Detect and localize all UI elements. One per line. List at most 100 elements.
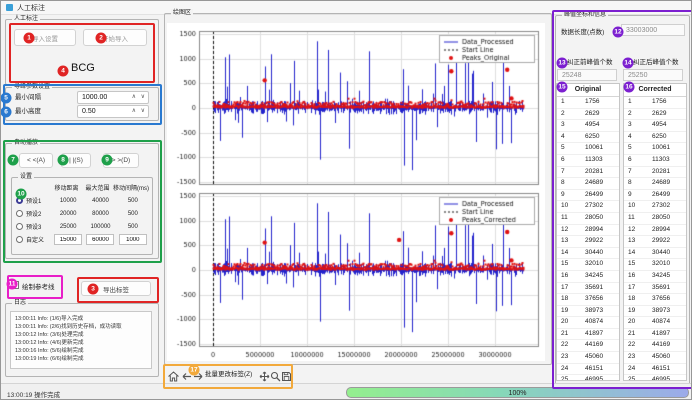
peak-table-row[interactable]: 46250 xyxy=(624,132,686,144)
peak-table-row[interactable]: 1027302 xyxy=(557,201,619,213)
start-import-button[interactable]: 开始导入 xyxy=(83,29,147,46)
preset-radio[interactable] xyxy=(16,210,23,217)
peak-table-row[interactable]: 11756 xyxy=(557,97,619,109)
peak-table-row[interactable]: 2446151 xyxy=(624,364,686,376)
peak-table-row[interactable]: 2141897 xyxy=(624,329,686,341)
peak-table-row[interactable]: 720281 xyxy=(557,167,619,179)
peak-table-row[interactable]: 11756 xyxy=(624,97,686,109)
preset-value: 500 xyxy=(117,198,149,204)
min-interval-value: 1000.00 xyxy=(82,92,107,103)
peak-table-row[interactable]: 1837656 xyxy=(557,294,619,306)
peak-table-row[interactable]: 1837656 xyxy=(624,294,686,306)
spin-up-icon[interactable]: ∧ xyxy=(132,106,136,117)
peak-table-row[interactable]: 1532010 xyxy=(624,259,686,271)
preset-value: 100000 xyxy=(84,224,116,230)
peak-row-index: 12 xyxy=(557,225,579,236)
peak-row-value: 20281 xyxy=(646,167,686,178)
batch-edit-labels-button[interactable]: 批量更改标签(Z) xyxy=(205,369,252,380)
spin-down-icon[interactable]: ∨ xyxy=(141,106,145,117)
log-line: 13:00:12 Info: (4/6)更新完成 xyxy=(15,339,147,347)
peak-table-row[interactable]: 2345060 xyxy=(624,352,686,364)
preset-radio[interactable] xyxy=(16,223,23,230)
peak-table-row[interactable]: 2546995 xyxy=(557,375,619,381)
peak-table-row[interactable]: 34954 xyxy=(557,120,619,132)
peak-table-row[interactable]: 2244169 xyxy=(624,340,686,352)
peak-table-row[interactable]: 46250 xyxy=(557,132,619,144)
peak-row-value: 46995 xyxy=(579,375,619,381)
peak-table-row[interactable]: 926499 xyxy=(557,190,619,202)
pan-icon[interactable] xyxy=(259,369,270,380)
save-icon[interactable] xyxy=(281,369,292,380)
peak-table-row[interactable]: 824689 xyxy=(557,178,619,190)
peak-table-row[interactable]: 926499 xyxy=(624,190,686,202)
peak-table-row[interactable]: 1735691 xyxy=(557,283,619,295)
custom-value-input[interactable] xyxy=(54,234,82,245)
spin-down-icon[interactable]: ∨ xyxy=(141,92,145,103)
peak-table-row[interactable]: 1027302 xyxy=(624,201,686,213)
min-height-spinner[interactable]: 0.50 ∧ ∨ xyxy=(77,105,149,118)
peak-table-row[interactable]: 1128050 xyxy=(557,213,619,225)
peak-table-row[interactable]: 1634245 xyxy=(624,271,686,283)
peaks-after-label: 纠正后峰值个数 xyxy=(633,56,679,66)
peak-row-index: 10 xyxy=(624,201,646,212)
signal-charts-canvas[interactable] xyxy=(167,23,545,361)
peak-table-row[interactable]: 2244169 xyxy=(557,340,619,352)
peak-table-row[interactable]: 1228994 xyxy=(557,225,619,237)
home-icon[interactable] xyxy=(168,369,179,380)
peak-table-row[interactable]: 611303 xyxy=(557,155,619,167)
peak-table-row[interactable]: 2040874 xyxy=(557,317,619,329)
peak-row-value: 28994 xyxy=(646,225,686,236)
peak-table-row[interactable]: 34954 xyxy=(624,120,686,132)
peak-table-row[interactable]: 510061 xyxy=(557,143,619,155)
reference-line-label: 绘制参考线 xyxy=(22,281,55,291)
zoom-icon[interactable] xyxy=(270,369,281,380)
peak-table-row[interactable]: 1938973 xyxy=(624,306,686,318)
peak-table-row[interactable]: 22629 xyxy=(624,109,686,121)
peak-table-row[interactable]: 1329922 xyxy=(557,236,619,248)
peak-table-row[interactable]: 2546995 xyxy=(624,375,686,381)
annotation-badge-14: 14 xyxy=(623,58,634,69)
min-interval-spinner[interactable]: 1000.00 ∧ ∨ xyxy=(77,91,149,104)
peak-row-index: 3 xyxy=(557,120,579,131)
peak-table-row[interactable]: 1228994 xyxy=(624,225,686,237)
peak-table-row[interactable]: 1128050 xyxy=(624,213,686,225)
peak-table-row[interactable]: 2141897 xyxy=(557,329,619,341)
peak-table-row[interactable]: 720281 xyxy=(624,167,686,179)
peak-table-row[interactable]: 2446151 xyxy=(557,364,619,376)
min-height-value: 0.50 xyxy=(82,106,96,117)
spin-up-icon[interactable]: ∧ xyxy=(132,92,136,103)
status-bar: 13:00:19 操作完成 100% xyxy=(1,383,692,400)
corrected-peaks-table[interactable]: Corrected 117562262934954462505100616113… xyxy=(623,83,687,381)
preset-column-header: 移动距离 xyxy=(51,183,82,192)
log-line: 13:00:12 Info: (3/6)处理完成 xyxy=(15,331,147,339)
peak-table-row[interactable]: 1430440 xyxy=(557,248,619,260)
original-peaks-table[interactable]: Original 1175622629349544625051006161130… xyxy=(556,83,620,381)
peak-table-row[interactable]: 1938973 xyxy=(557,306,619,318)
peak-table-row[interactable]: 1430440 xyxy=(624,248,686,260)
peak-row-index: 22 xyxy=(557,340,579,351)
peak-table-row[interactable]: 1329922 xyxy=(624,236,686,248)
preset-radio[interactable] xyxy=(16,236,23,243)
peak-table-row[interactable]: 1532010 xyxy=(557,259,619,271)
peak-table-row[interactable]: 22629 xyxy=(557,109,619,121)
peak-table-row[interactable]: 824689 xyxy=(624,178,686,190)
custom-value-input[interactable] xyxy=(119,234,147,245)
autoplay-group-title: 自动播放 xyxy=(12,139,40,148)
peak-table-row[interactable]: 611303 xyxy=(624,155,686,167)
peak-table-row[interactable]: 2040874 xyxy=(624,317,686,329)
peak-table-row[interactable]: 510061 xyxy=(624,143,686,155)
peak-table-row[interactable]: 1634245 xyxy=(557,271,619,283)
peak-row-index: 17 xyxy=(624,283,646,294)
peak-table-row[interactable]: 1735691 xyxy=(624,283,686,295)
log-output[interactable]: 13:00:11 Info: (1/6)导入完成13:00:11 Info: (… xyxy=(10,311,152,369)
peak-row-index: 17 xyxy=(557,283,579,294)
data-length-value: 33003000 xyxy=(621,24,685,36)
peak-row-value: 29922 xyxy=(579,236,619,247)
play-back-button[interactable]: < <(A) xyxy=(19,153,53,168)
peak-row-value: 24689 xyxy=(579,178,619,189)
peak-table-row[interactable]: 2345060 xyxy=(557,352,619,364)
annotation-badge-1: 1 xyxy=(24,33,35,44)
data-length-label: 数据长度(点数) xyxy=(561,26,604,36)
annotation-badge-7: 7 xyxy=(8,155,19,166)
custom-value-input[interactable] xyxy=(86,234,114,245)
